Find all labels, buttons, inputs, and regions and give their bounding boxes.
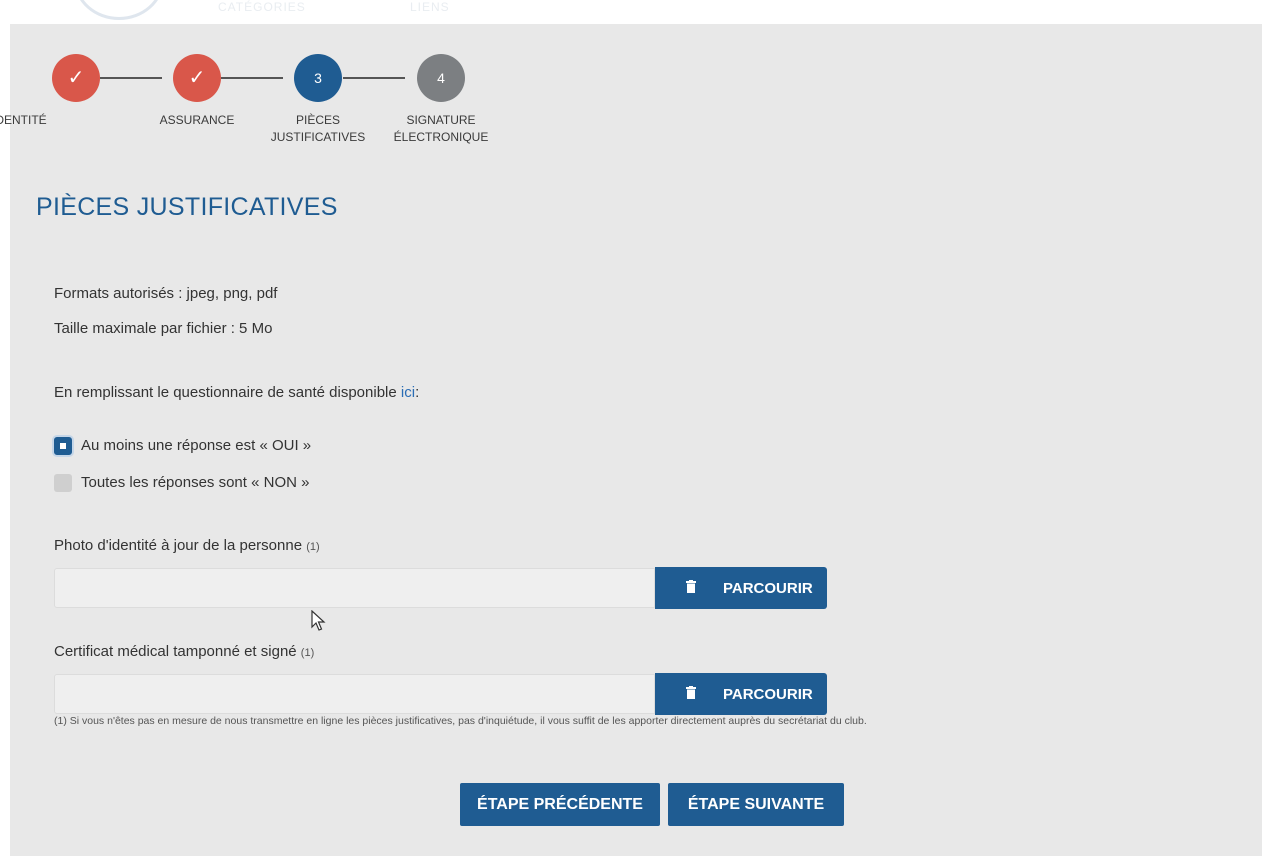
previous-step-button[interactable]: ÉTAPE PRÉCÉDENTE (460, 783, 660, 826)
certificate-upload-label: Certificat médical tamponné et signé (1) (54, 643, 315, 660)
footnote-text: (1) Si vous n'êtes pas en mesure de nous… (54, 715, 867, 727)
certificate-file-input[interactable] (54, 674, 655, 714)
photo-file-input[interactable] (54, 568, 655, 608)
trash-icon (679, 686, 703, 702)
max-size-text: Taille maximale par fichier : 5 Mo (54, 320, 273, 337)
certificate-browse-button[interactable]: PARCOURIR (655, 673, 827, 715)
step-label: SIGNATURE ÉLECTRONIQUE (393, 113, 489, 144)
site-logo[interactable] (74, 0, 164, 20)
check-icon: ✓ (188, 67, 206, 89)
questionnaire-link[interactable]: ici (401, 384, 415, 401)
step-1-circle: ✓ (52, 54, 100, 102)
checkbox-label-at-least-one-yes[interactable]: Au moins une réponse est « OUI » (81, 437, 311, 454)
photo-upload-label: Photo d'identité à jour de la personne (… (54, 537, 320, 554)
nav-link-links[interactable]: LIENS (410, 0, 450, 14)
photo-browse-button[interactable]: PARCOURIR (655, 567, 827, 609)
step-label: IDENTITÉ (0, 113, 47, 127)
next-step-button[interactable]: ÉTAPE SUIVANTE (668, 783, 844, 826)
top-navigation-bar: CATÉGORIES LIENS (0, 0, 1262, 24)
nav-link-categories[interactable]: CATÉGORIES (218, 0, 306, 14)
step-3-circle: 3 (294, 54, 342, 102)
step-label: PIÈCES JUSTIFICATIVES (270, 113, 366, 144)
allowed-formats-text: Formats autorisés : jpeg, png, pdf (54, 285, 278, 302)
step-2-circle: ✓ (173, 54, 221, 102)
checkbox-all-no[interactable] (54, 474, 72, 492)
section-title: PIÈCES JUSTIFICATIVES (36, 193, 338, 221)
step-assurance[interactable]: ✓ ASSURANCE (147, 54, 247, 129)
trash-icon (679, 580, 703, 596)
step-4-circle: 4 (417, 54, 465, 102)
step-pieces-justificatives[interactable]: 3 PIÈCES JUSTIFICATIVES (258, 54, 378, 146)
step-signature-electronique[interactable]: 4 SIGNATURE ÉLECTRONIQUE (371, 54, 511, 146)
mouse-cursor-icon (311, 609, 327, 637)
step-label: ASSURANCE (159, 113, 235, 127)
check-icon: ✓ (67, 67, 85, 89)
step-identite[interactable]: ✓ IDENTITÉ (0, 54, 126, 129)
checkbox-at-least-one-yes[interactable] (54, 437, 72, 455)
health-questionnaire-text: En remplissant le questionnaire de santé… (54, 384, 420, 401)
checkbox-label-all-no[interactable]: Toutes les réponses sont « NON » (81, 474, 309, 491)
